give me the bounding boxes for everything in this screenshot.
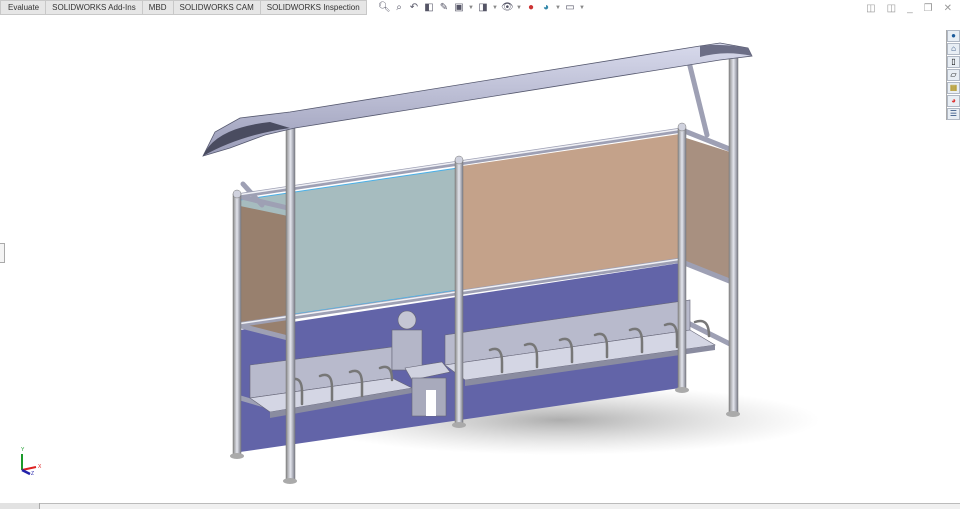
bin xyxy=(391,329,423,371)
triad-z-label: Z xyxy=(31,471,35,477)
reference-triad: Y X Z xyxy=(14,447,44,483)
bus-shelter-model xyxy=(202,42,820,484)
model-tab[interactable] xyxy=(0,503,40,509)
triad-y-label: Y xyxy=(21,447,25,453)
bin-ball xyxy=(397,310,417,330)
graphics-area[interactable] xyxy=(0,0,960,509)
bottom-tab-bar xyxy=(0,503,960,509)
triad-x-label: X xyxy=(38,464,42,470)
right-side-panel xyxy=(683,137,730,282)
